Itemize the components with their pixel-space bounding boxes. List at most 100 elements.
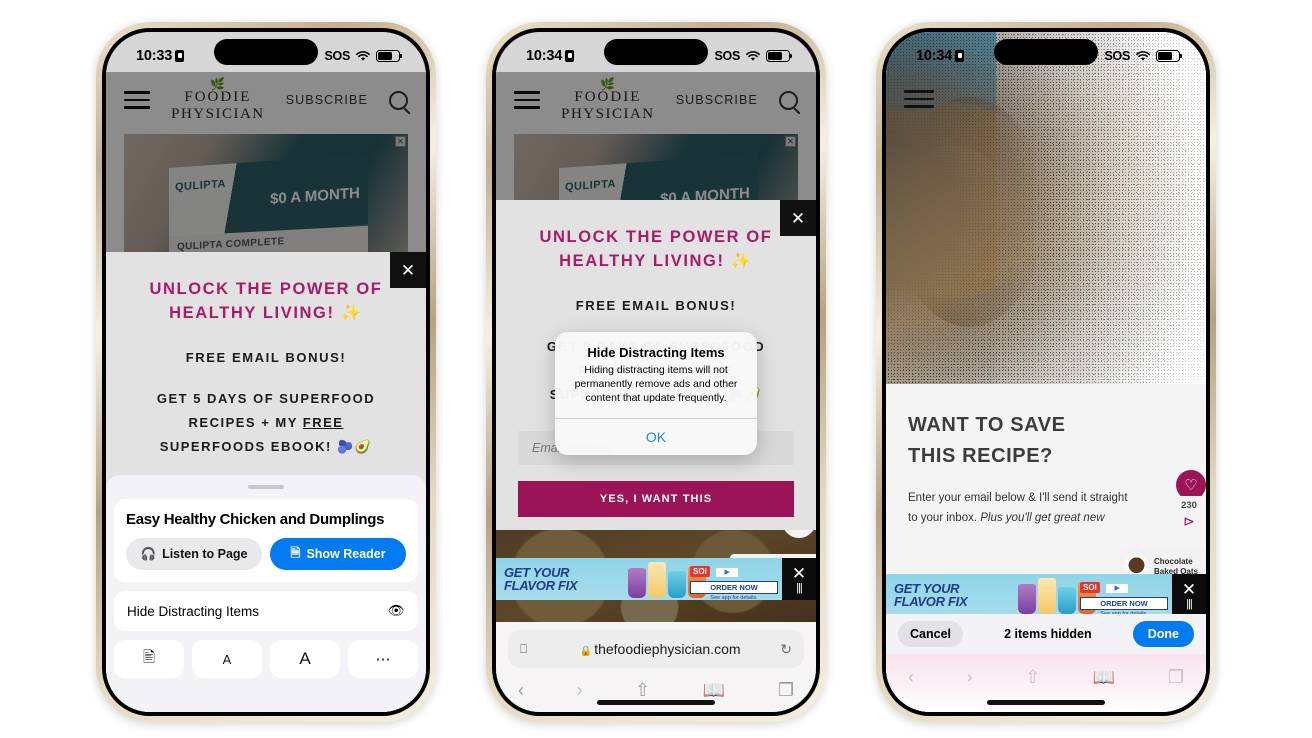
modal-body-line-3-text: SUPERFOODS EBOOK! [159,438,332,454]
phone-2-screen: 10:34 SOS 🌿 FOODIE PHYSICIAN SUBSCRIBE Q… [496,32,816,712]
sos-label: SOS [714,49,741,63]
modal-subtitle: FREE EMAIL BONUS! [185,349,347,365]
share-count-bubble: 230 ⊳ [1172,496,1206,536]
ad-close-icon[interactable]: ✕ [1172,581,1206,598]
increase-text-size-button[interactable]: A [270,640,340,678]
wifi-icon [356,51,370,61]
phone-3-bezel: 10:34 SOS WANT TO SAVE THIS RECIPE? Ente… [882,28,1210,716]
battery-icon [376,50,403,62]
bottom-ad-brand: SOI [1080,582,1100,593]
battery-icon [1156,50,1183,62]
show-reader-label: Show Reader [306,547,386,561]
listen-to-page-label: Listen to Page [162,547,248,561]
status-indicators: SOS [324,49,403,63]
bottom-ad-line-1: GET YOUR [894,580,960,596]
status-time-group: 10:34 [916,48,965,64]
bottom-ad-line-2: FLAVOR FIX [894,594,968,609]
eye-slash-icon: 👁 [387,603,405,618]
bottom-sticky-ad[interactable]: GET YOUR FLAVOR FIX SOI ▶ ORDER NOW See … [886,574,1206,616]
listen-to-page-button[interactable]: 🎧 Listen to Page [126,538,262,570]
home-indicator-3 [987,700,1105,705]
save-paragraph-line-2-em: Plus you'll get great new [980,512,1105,525]
status-time: 10:34 [526,48,563,64]
phone-3-screen: 10:34 SOS WANT TO SAVE THIS RECIPE? Ente… [886,32,1206,712]
wifi-icon [1136,51,1150,61]
lock-portrait-icon [955,50,965,62]
save-heading-line-2: THIS RECIPE? [908,445,1053,467]
modal-title: UNLOCK THE POWER OF HEALTHY LIVING! ✨ [128,278,404,326]
close-icon[interactable]: ✕ [390,252,426,288]
sos-label: SOS [324,49,351,63]
sheet-grabber[interactable] [248,485,284,489]
headphones-icon: 🎧 [140,546,157,561]
wifi-icon [746,51,760,61]
phone-2: 10:34 SOS 🌿 FOODIE PHYSICIAN SUBSCRIBE Q… [486,22,826,722]
bottom-ad-headline: GET YOUR FLAVOR FIX [886,580,968,609]
decrease-text-size-button[interactable]: A [192,640,262,678]
hamburger-menu-icon[interactable] [904,90,934,108]
forward-icon[interactable]: › [967,667,973,688]
cancel-button[interactable]: Cancel [898,621,963,647]
phone-3: 10:34 SOS WANT TO SAVE THIS RECIPE? Ente… [876,22,1216,722]
dynamic-island-3 [994,39,1098,65]
modal-body-line-1: GET 5 DAYS OF SUPERFOOD [156,390,376,406]
phone-2-bezel: 10:34 SOS 🌿 FOODIE PHYSICIAN SUBSCRIBE Q… [492,28,820,716]
hide-items-alert: Hide Distracting Items Hiding distractin… [555,332,757,455]
battery-icon [766,50,793,62]
modal-title-line-1: UNLOCK THE POWER OF [149,280,383,298]
lock-portrait-icon [565,50,575,62]
status-time: 10:33 [136,48,173,64]
tabs-icon[interactable]: ❐ [1168,667,1184,688]
hide-distracting-items-row[interactable]: Hide Distracting Items 👁 [114,591,418,631]
share-icon[interactable]: ⇧ [1025,667,1040,688]
alert-message: Hiding distracting items will not perman… [574,364,738,404]
status-time-group: 10:34 [526,48,575,64]
share-icon[interactable]: ⊳ [1172,513,1206,530]
find-on-page-icon[interactable]: 🖹 [114,640,184,678]
reader-tool-row: 🖹 A A ⋯ [114,640,418,678]
modal-title-line-2: HEALTHY LIVING! [169,303,335,322]
modal-title-line-2-wrap: HEALTHY LIVING! ✨ [128,302,404,326]
save-paragraph-line-1: Enter your email below & I'll send it st… [908,492,1128,504]
sos-label: SOS [1104,49,1131,63]
reader-card: Easy Healthy Chicken and Dumplings 🎧 Lis… [114,499,418,582]
save-paragraph-line-2-pre: to your inbox. [908,512,981,525]
modal-body-free: FREE [302,414,344,430]
adchoices-icon[interactable]: ▶ [1106,584,1129,593]
alert-ok-button[interactable]: OK [555,419,757,455]
sparkles-icon: ✨ [340,303,363,322]
page-title: Easy Healthy Chicken and Dumplings [126,511,385,528]
modal-body-line-2: RECIPES + MY FREE [128,411,404,435]
show-reader-button[interactable]: 🗎 Show Reader [270,538,406,570]
ad-menu-icon[interactable]: ||| [1172,598,1206,610]
status-time: 10:34 [916,48,953,64]
phone-1: 10:33 SOS 🌿 FOODIE PHYSICIAN SUBSCRIBE Q… [96,22,436,722]
bottom-ad-controls: ✕ ||| [1172,581,1206,610]
lock-portrait-icon [175,50,185,62]
save-heading-line-1: WANT TO SAVE [908,414,1066,436]
dissolving-ad-animation [886,32,1206,392]
modal-body: GET 5 DAYS OF SUPERFOOD RECIPES + MY FRE… [128,387,404,459]
bookmarks-icon[interactable]: 📖 [1093,667,1115,688]
back-icon[interactable]: ‹ [908,667,914,688]
dissolve-particles [886,32,1206,392]
done-button[interactable]: Done [1132,621,1194,647]
phone-1-screen: 10:33 SOS 🌿 FOODIE PHYSICIAN SUBSCRIBE Q… [106,32,426,712]
hidden-items-status: 2 items hidden [1004,627,1092,641]
safari-page-menu-sheet: Easy Healthy Chicken and Dumplings 🎧 Lis… [106,475,426,712]
save-paragraph: Enter your email below & I'll send it st… [908,488,1184,528]
modal-body-line-2-pre: RECIPES + MY [188,414,303,430]
bottom-ad-creative[interactable]: GET YOUR FLAVOR FIX SOI ▶ ORDER NOW See … [886,574,1172,616]
save-paragraph-line-2: to your inbox. Plus you'll get great new [908,508,1184,528]
save-heading: WANT TO SAVE THIS RECIPE? [908,410,1184,472]
bottom-ad-cta[interactable]: ORDER NOW [1080,597,1168,610]
modal-body-line-3: SUPERFOODS EBOOK! 🫐🥑 [128,435,404,459]
social-share-rail: ♡ 230 ⊳ [1172,470,1206,536]
dynamic-island-2 [604,39,708,65]
reader-document-icon: 🗎 [290,545,301,560]
share-count: 230 [1181,500,1197,511]
status-indicators: SOS [1104,49,1183,63]
home-indicator-2 [597,700,715,705]
more-ellipsis-icon[interactable]: ⋯ [348,640,418,678]
hide-items-alert-wrap: Hide Distracting Items Hiding distractin… [496,32,816,712]
